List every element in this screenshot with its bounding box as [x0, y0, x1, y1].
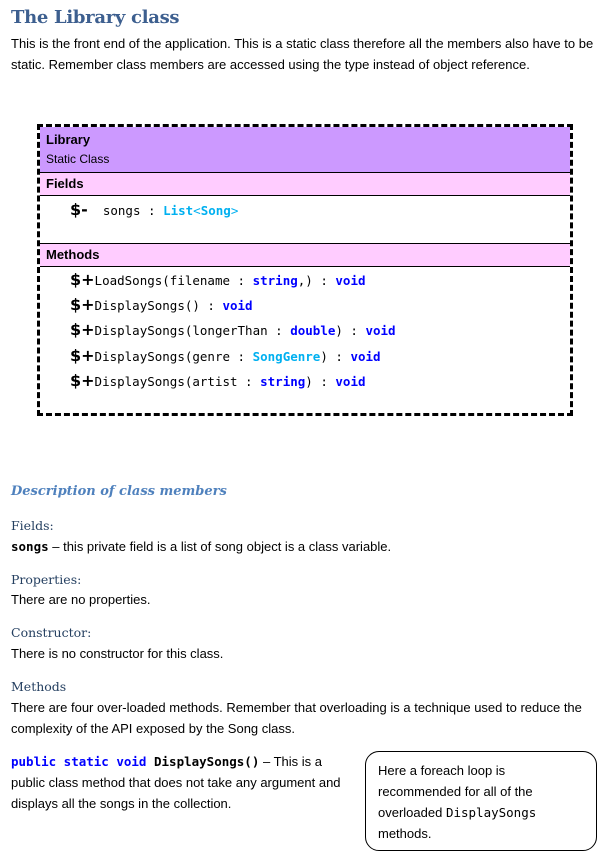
- note-code: DisplaySongs: [445, 805, 537, 820]
- static-public-icon: $+: [70, 295, 95, 314]
- method-tail: ) :: [320, 349, 351, 364]
- uml-method-row: $+DisplaySongs(artist : string) : void: [70, 371, 366, 390]
- uml-fields-body: $- songs : List<Song>: [40, 196, 570, 244]
- field-type-list: List: [163, 203, 194, 218]
- method-signature: LoadSongs(filename :: [94, 273, 253, 288]
- field-name: songs: [102, 203, 141, 218]
- method-return-type: void: [335, 273, 366, 288]
- uml-method-row: $+LoadSongs(filename : string,) : void: [70, 270, 366, 289]
- method-tail: ,) :: [297, 273, 336, 288]
- note-text-end: methods.: [378, 826, 432, 841]
- uml-fields-header: Fields: [40, 173, 570, 196]
- static-private-icon: $-: [70, 200, 88, 219]
- uml-field-row: $- songs : List<Song>: [70, 200, 238, 219]
- field-type-lt: <: [193, 203, 201, 218]
- method-name: DisplaySongs(): [146, 754, 260, 769]
- method-return-type: void: [222, 298, 253, 313]
- method-signature: DisplaySongs(longerThan :: [94, 323, 291, 338]
- intro-paragraph: This is the front end of the application…: [11, 36, 594, 72]
- static-public-icon: $+: [70, 270, 95, 289]
- static-public-icon: $+: [70, 320, 95, 339]
- uml-methods-header: Methods: [40, 244, 570, 267]
- method-param-type: string: [252, 273, 298, 288]
- description-heading: Description of class members: [11, 484, 227, 499]
- fields-description: songs – this private field is a list of …: [11, 536, 601, 557]
- constructor-description: There is no constructor for this class.: [11, 646, 224, 661]
- fields-term: songs: [11, 539, 49, 554]
- method-signature: DisplaySongs() :: [94, 298, 223, 313]
- constructor-subheading: Constructor:: [11, 625, 92, 640]
- field-separator: :: [140, 203, 164, 218]
- uml-class-name: Library: [46, 132, 91, 147]
- method-signature: DisplaySongs(genre :: [94, 349, 253, 364]
- fields-text: – this private field is a list of song o…: [48, 539, 392, 554]
- methods-description: There are four over-loaded methods. Reme…: [11, 700, 582, 736]
- uml-method-row: $+DisplaySongs(genre : SongGenre) : void: [70, 346, 381, 365]
- method-param-type: string: [260, 374, 306, 389]
- static-public-icon: $+: [70, 346, 95, 365]
- method-tail: ) :: [305, 374, 336, 389]
- method-signature: DisplaySongs(artist :: [94, 374, 261, 389]
- field-type-song: Song: [200, 203, 231, 218]
- fields-subheading: Fields:: [11, 518, 54, 533]
- method-modifiers: public static void: [11, 754, 147, 769]
- static-public-icon: $+: [70, 371, 95, 390]
- properties-subheading: Properties:: [11, 572, 82, 587]
- method-tail: ) :: [335, 323, 366, 338]
- methods-subheading: Methods: [11, 679, 67, 694]
- method-param-type: SongGenre: [252, 349, 321, 364]
- properties-description: There are no properties.: [11, 592, 151, 607]
- method-return-type: void: [350, 349, 381, 364]
- uml-methods-body: $+LoadSongs(filename : string,) : void $…: [40, 267, 570, 417]
- page-heading: The Library class: [11, 7, 180, 28]
- uml-method-row: $+DisplaySongs() : void: [70, 295, 253, 314]
- uml-method-row: $+DisplaySongs(longerThan : double) : vo…: [70, 320, 396, 339]
- uml-stereotype: Static Class: [46, 152, 110, 166]
- method-return-type: void: [335, 374, 366, 389]
- uml-class-diagram: Library Static Class Fields $- songs : L…: [37, 124, 573, 416]
- method-param-type: double: [290, 323, 336, 338]
- callout-note: Here a foreach loop is recommended for a…: [365, 751, 597, 851]
- field-type-gt: >: [230, 203, 239, 218]
- uml-class-header: Library Static Class: [40, 127, 570, 173]
- method-return-type: void: [365, 323, 396, 338]
- method-display-songs-description: public static void DisplaySongs() – This…: [11, 751, 346, 814]
